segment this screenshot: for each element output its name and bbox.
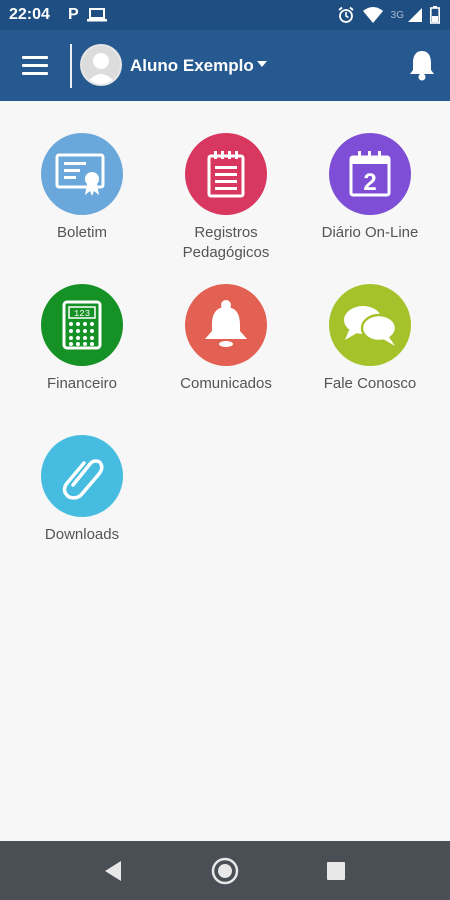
hamburger-menu-icon bbox=[22, 56, 48, 75]
tile-diario-online[interactable]: 2 Diário On-Line bbox=[300, 133, 440, 273]
tile-boletim[interactable]: Boletim bbox=[12, 133, 152, 273]
status-bar: 22:04 P 3G bbox=[0, 0, 450, 30]
tile-registros-pedagogicos[interactable]: Registros Pedagógicos bbox=[156, 133, 296, 273]
tile-fale-conosco[interactable]: Fale Conosco bbox=[300, 284, 440, 424]
tile-label-downloads: Downloads bbox=[44, 526, 120, 543]
recents-square-icon bbox=[327, 862, 345, 880]
status-time: 22:04 bbox=[9, 6, 50, 23]
boletim-circle bbox=[41, 133, 123, 215]
certificate-icon bbox=[55, 153, 105, 196]
alarm-icon bbox=[338, 6, 354, 23]
avatar bbox=[80, 44, 122, 86]
downloads-circle bbox=[41, 435, 123, 517]
financeiro-circle: 123 bbox=[41, 284, 123, 366]
tile-label-fale-conosco: Fale Conosco bbox=[323, 375, 417, 392]
calendar-icon: 2 bbox=[349, 151, 391, 197]
bell-icon bbox=[205, 300, 247, 347]
recents-button[interactable] bbox=[320, 855, 352, 887]
laptop-icon bbox=[86, 8, 107, 22]
chat-bubbles-icon bbox=[344, 306, 398, 346]
parking-notification-icon: P bbox=[68, 6, 79, 23]
back-triangle-icon bbox=[105, 861, 121, 881]
battery-icon bbox=[430, 6, 440, 24]
back-button[interactable] bbox=[97, 855, 129, 887]
header-divider bbox=[70, 44, 72, 88]
menu-button[interactable] bbox=[22, 54, 48, 76]
tile-financeiro[interactable]: 123 Financeiro bbox=[12, 284, 152, 424]
registros-circle bbox=[185, 133, 267, 215]
fale-conosco-circle bbox=[329, 284, 411, 366]
tile-label-comunicados: Comunicados bbox=[180, 375, 272, 392]
tile-comunicados[interactable]: Comunicados bbox=[156, 284, 296, 424]
tile-downloads[interactable]: Downloads bbox=[12, 435, 152, 575]
user-avatar-icon bbox=[86, 53, 116, 84]
calendar-number: 2 bbox=[363, 169, 376, 196]
notifications-button[interactable] bbox=[408, 49, 436, 81]
user-dropdown-caret-icon[interactable] bbox=[257, 61, 267, 67]
tile-label-financeiro: Financeiro bbox=[46, 375, 118, 392]
home-button[interactable] bbox=[209, 855, 241, 887]
wifi-icon bbox=[362, 7, 383, 23]
user-name: Aluno Exemplo bbox=[130, 56, 254, 75]
tile-label-diario-online: Diário On-Line bbox=[321, 224, 419, 241]
tile-label-boletim: Boletim bbox=[56, 224, 108, 241]
diario-circle: 2 bbox=[329, 133, 411, 215]
tile-label-registros-pedagogicos: Registros Pedagógicos bbox=[182, 224, 270, 261]
notepad-icon bbox=[207, 151, 245, 198]
bell-icon bbox=[410, 51, 434, 81]
home-circle-icon bbox=[211, 857, 239, 885]
paperclip-icon bbox=[62, 459, 104, 500]
system-navigation-bar bbox=[0, 841, 450, 900]
comunicados-circle bbox=[185, 284, 267, 366]
signal-icon bbox=[408, 8, 422, 22]
network-type-label: 3G bbox=[390, 9, 404, 21]
calculator-icon: 123 bbox=[62, 300, 102, 350]
calculator-display: 123 bbox=[74, 309, 90, 319]
app-bar: Aluno Exemplo bbox=[0, 30, 450, 101]
